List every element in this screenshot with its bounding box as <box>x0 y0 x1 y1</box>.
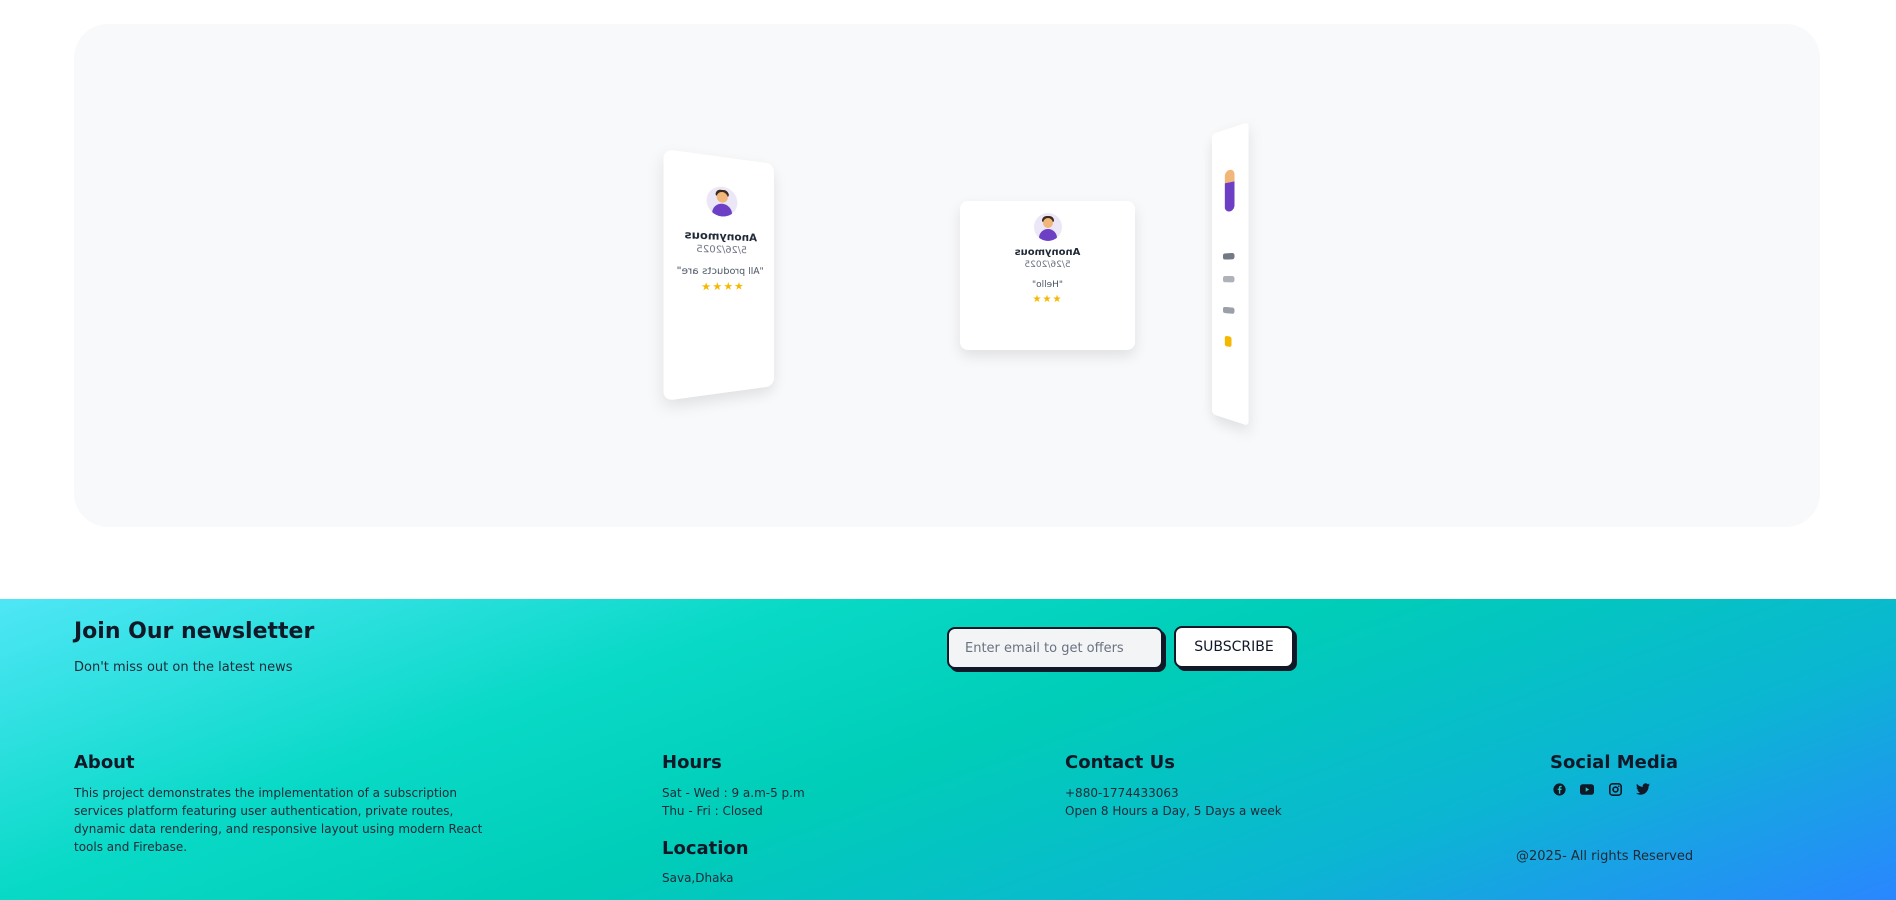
carousel-scene: Anonymous 5/26/2025 "All products are" ★… <box>74 24 1820 527</box>
about-title: About <box>74 752 135 773</box>
contact-availability: Open 8 Hours a Day, 5 Days a week <box>1065 804 1282 818</box>
avatar <box>706 185 738 218</box>
reviewer-name: Anonymous <box>1014 247 1081 258</box>
twitter-icon[interactable] <box>1636 782 1650 796</box>
instagram-icon[interactable] <box>1608 782 1622 796</box>
email-input[interactable] <box>949 629 1161 667</box>
card-content: Anonymous 5/26/2025 "All products are" ★… <box>664 181 774 295</box>
copyright-text: @2025- All rights Reserved <box>1516 849 1694 864</box>
hours-weekdays: Sat - Wed : 9 a.m-5 p.m <box>662 786 805 800</box>
review-text: "All products are" <box>676 266 764 278</box>
location-text: Sava,Dhaka <box>662 871 734 885</box>
hours-list: Sat - Wed : 9 a.m-5 p.m Thu - Fri : Clos… <box>662 784 805 820</box>
star-rating: ★★★★ <box>699 281 744 294</box>
contact-info: +880-1774433063 Open 8 Hours a Day, 5 Da… <box>1065 784 1282 820</box>
reviewer-name: Anonymous <box>684 229 757 245</box>
social-title: Social Media <box>1550 752 1679 773</box>
about-text: This project demonstrates the implementa… <box>74 786 483 854</box>
newsletter-title: Join Our newsletter <box>74 619 315 644</box>
subscribe-button[interactable]: SUBSCRIBE <box>1174 626 1294 668</box>
review-date: 5/26/2025 <box>696 244 747 257</box>
hours-title: Hours <box>662 752 722 773</box>
youtube-icon[interactable] <box>1580 782 1594 796</box>
review-date <box>1222 276 1235 283</box>
review-text: "Hello" <box>1031 280 1064 290</box>
star-rating <box>1224 335 1232 348</box>
testimonial-carousel[interactable]: Anonymous 5/26/2025 "All products are" ★… <box>74 24 1820 527</box>
avatar <box>1224 168 1235 213</box>
social-icons <box>1552 782 1650 796</box>
page: Anonymous 5/26/2025 "All products are" ★… <box>0 0 1896 900</box>
email-field-wrapper <box>947 627 1163 669</box>
review-date: 5/26/2025 <box>1024 260 1071 270</box>
star-rating: ★★★ <box>1032 294 1063 305</box>
testimonial-card-right[interactable] <box>1212 122 1249 426</box>
avatar <box>1033 213 1062 241</box>
review-text <box>1222 306 1235 314</box>
reviewer-name <box>1222 252 1235 260</box>
footer: Join Our newsletter Don't miss out on th… <box>0 599 1896 900</box>
newsletter-subtitle: Don't miss out on the latest news <box>74 660 293 675</box>
contact-phone: +880-1774433063 <box>1065 786 1179 800</box>
hours-closed: Thu - Fri : Closed <box>662 804 763 818</box>
contact-title: Contact Us <box>1065 752 1176 773</box>
testimonial-card-center[interactable]: Anonymous 5/26/2025 "Hello" ★★★ <box>960 201 1135 350</box>
testimonial-card-left[interactable]: Anonymous 5/26/2025 "All products are" ★… <box>663 148 774 401</box>
facebook-icon[interactable] <box>1552 782 1566 796</box>
location-title: Location <box>662 838 749 859</box>
